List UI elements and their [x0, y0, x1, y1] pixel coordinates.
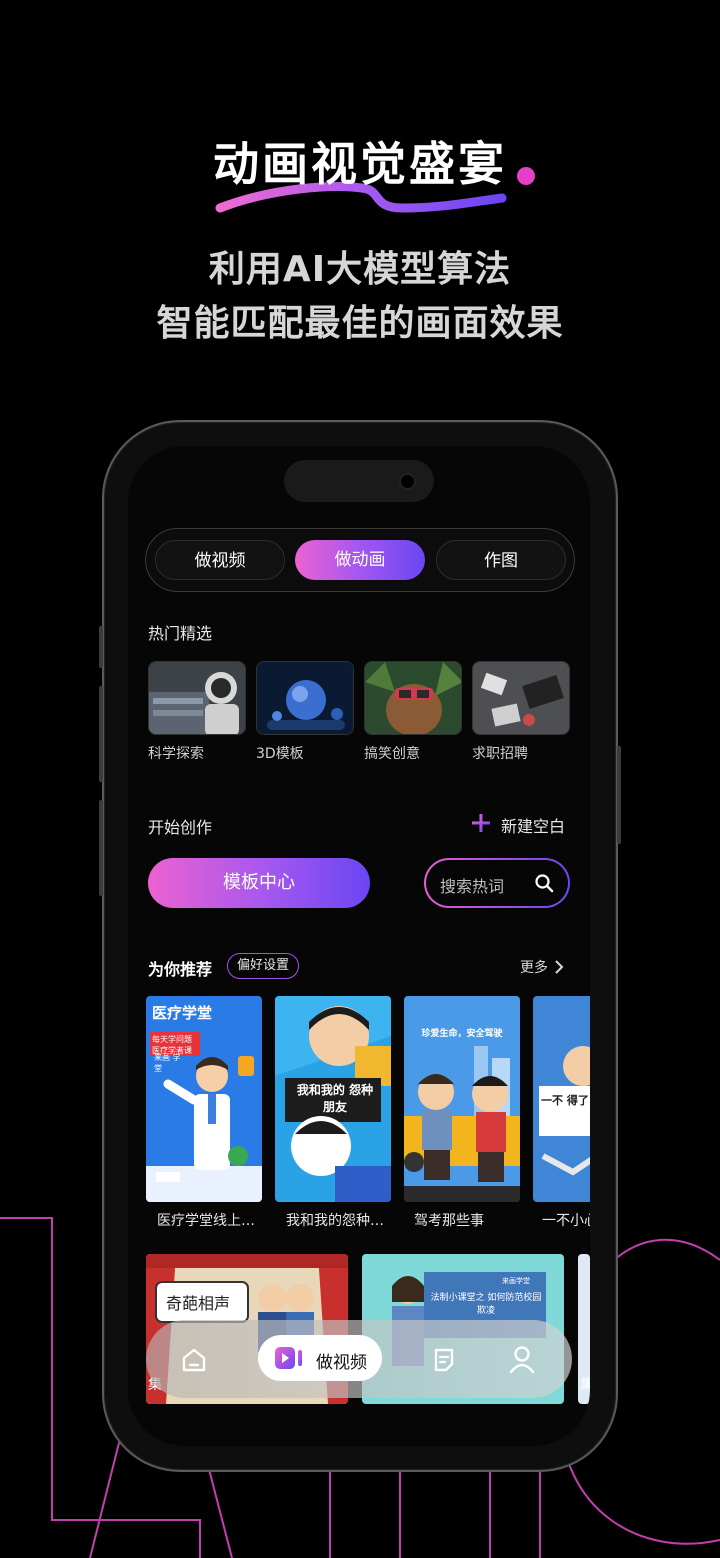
camera-icon	[399, 473, 416, 490]
recommend-card-medical[interactable]: 医疗学堂 每天学问题 医疗学者课 来画 学堂	[146, 996, 262, 1202]
hot-thumb-funny[interactable]	[364, 661, 462, 735]
phone-volume-up	[99, 686, 103, 782]
video-icon	[275, 1347, 302, 1369]
subtitle-line-1: 利用AI大模型算法	[208, 249, 512, 290]
medical-card-art	[146, 996, 262, 1202]
driving-card-title: 珍爱生命，安全驾驶	[421, 1029, 503, 1039]
tab-make-animation[interactable]: 做动画	[295, 540, 425, 580]
tab-make-video-label: 做视频	[316, 1353, 367, 1373]
crosstalk-card-title: 奇葩相声	[166, 1294, 231, 1313]
medical-card-badge: 来画 学堂	[154, 1053, 181, 1073]
3d-globe-thumbnail	[257, 662, 353, 734]
card-caption-driving: 驾考那些事	[414, 1213, 484, 1229]
card-caption-accident: 一不小心	[542, 1213, 590, 1229]
plus-icon	[472, 814, 490, 832]
chevron-right-icon[interactable]	[554, 960, 564, 974]
card-caption-medical: 医疗学堂线上…	[157, 1213, 255, 1229]
desk-laptop-thumbnail	[473, 662, 569, 734]
phone-volume-down	[99, 800, 103, 896]
headline: 动画视觉盛宴	[213, 137, 507, 191]
medical-card-title: 医疗学堂	[152, 1004, 213, 1022]
hot-thumb-jobs[interactable]	[472, 661, 570, 735]
phone-screen: 做视频 做动画 作图 热门精选 科学探索 3D模板 搞笑创意 求职招聘 开始创作…	[128, 446, 590, 1446]
hot-picks-title: 热门精选	[148, 624, 213, 643]
home-icon[interactable]	[180, 1346, 208, 1374]
search-input[interactable]: 搜索热词	[440, 873, 504, 897]
bottom-tab-bar: 做视频	[146, 1320, 572, 1398]
new-blank-label: 新建空白	[501, 817, 566, 836]
hot-thumb-3d[interactable]	[256, 661, 354, 735]
template-center-button[interactable]: 模板中心	[148, 858, 370, 908]
search-box[interactable]: 搜索热词	[424, 858, 570, 908]
tab-make-video-nav[interactable]: 做视频	[258, 1335, 382, 1381]
more-link[interactable]: 更多	[520, 957, 548, 977]
card-caption-partial: 集	[580, 1377, 590, 1393]
hot-label-jobs: 求职招聘	[472, 746, 528, 762]
mode-segmented-control: 做视频 做动画 作图	[145, 528, 575, 592]
hot-label-3d: 3D模板	[256, 746, 304, 762]
tab-make-image[interactable]: 作图	[436, 540, 566, 580]
search-icon[interactable]	[534, 873, 554, 893]
accident-card-title: 一不 得了	[541, 1094, 589, 1107]
hot-label-funny: 搞笑创意	[364, 746, 420, 762]
astronaut-thumbnail	[149, 662, 245, 734]
capybara-thumbnail	[365, 662, 461, 734]
recommend-card-friends[interactable]: 我和我的 怨种朋友	[275, 996, 391, 1202]
hot-label-science: 科学探索	[148, 746, 204, 762]
card-caption-friends: 我和我的怨种…	[286, 1213, 384, 1229]
bullying-card-title: 法制小课堂之 如何防范校园欺凌	[430, 1293, 542, 1316]
friends-card-title: 我和我的 怨种朋友	[296, 1083, 374, 1114]
subtitle-line-2: 智能匹配最佳的画面效果	[156, 303, 564, 344]
bullying-card-badge: 来画学堂	[502, 1277, 530, 1285]
start-create-title: 开始创作	[148, 818, 213, 837]
recommend-card-driving[interactable]: 珍爱生命，安全驾驶	[404, 996, 520, 1202]
dynamic-island	[284, 460, 434, 502]
phone-power-button	[617, 746, 621, 844]
user-icon[interactable]	[508, 1344, 536, 1374]
tab-make-video[interactable]: 做视频	[155, 540, 285, 580]
recommend-title: 为你推荐	[148, 960, 213, 979]
hot-thumb-science[interactable]	[148, 661, 246, 735]
recommend-card-accident[interactable]: 一不 得了	[533, 996, 590, 1202]
document-icon[interactable]	[430, 1346, 458, 1374]
preference-settings-button[interactable]: 偏好设置	[227, 953, 300, 979]
phone-side-button	[99, 626, 103, 668]
